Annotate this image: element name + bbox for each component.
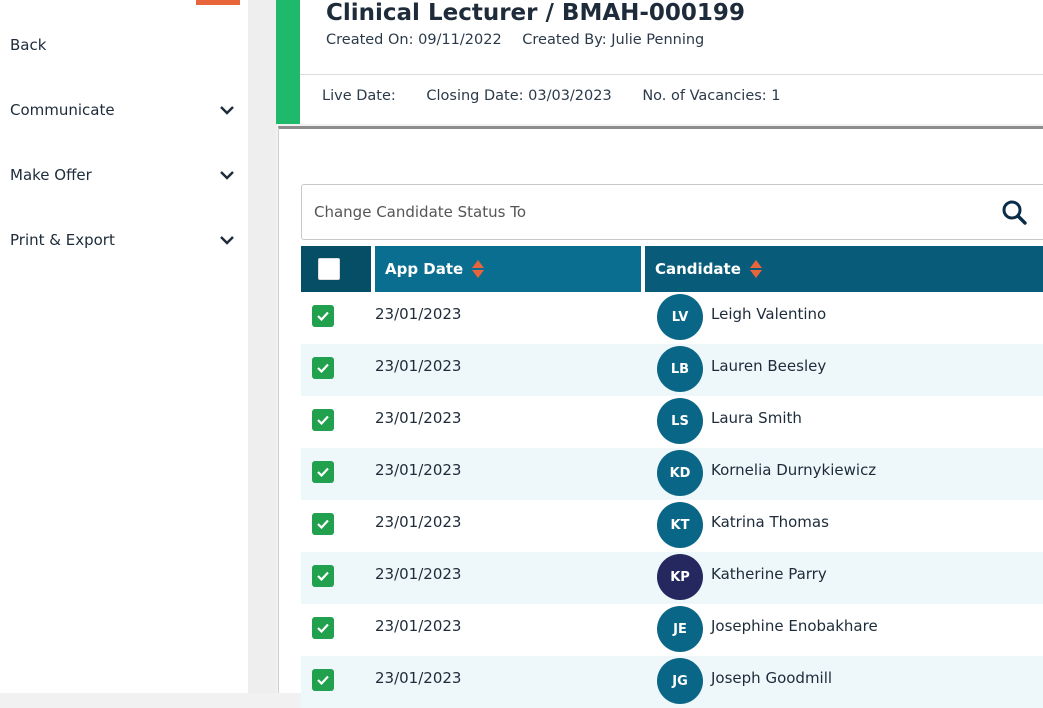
candidate-name[interactable]: Lauren Beesley [711,344,826,388]
avatar: LV [657,294,703,340]
select-all-cell [301,246,371,292]
sidebar-item-label: Print & Export [10,231,115,249]
row-checkbox[interactable] [312,669,334,691]
column-app-date[interactable]: App Date [375,246,641,292]
row-checkbox[interactable] [312,409,334,431]
table-row[interactable]: 23/01/2023 LB Lauren Beesley [301,344,1043,396]
sidebar-item-make-offer[interactable]: Make Offer [10,160,238,190]
app-date: 23/01/2023 [375,669,462,687]
sort-icon[interactable] [749,259,763,279]
app-date: 23/01/2023 [375,409,462,427]
checkmark-icon [317,363,329,373]
candidates-panel: Change Candidate Status To App Date Cand… [278,126,1043,708]
avatar: KT [657,502,703,548]
row-checkbox[interactable] [312,357,334,379]
header-divider [300,74,1043,75]
status-search-input[interactable]: Change Candidate Status To [301,184,1043,240]
table-row[interactable]: 23/01/2023 KP Katherine Parry [301,552,1043,604]
column-candidate[interactable]: Candidate [645,246,1043,292]
sidebar-item-label: Back [10,36,47,54]
table-row[interactable]: 23/01/2023 LS Laura Smith [301,396,1043,448]
avatar: KP [657,554,703,600]
status-color-bar [276,0,300,124]
row-checkbox[interactable] [312,617,334,639]
created-by: Created By: Julie Penning [522,32,705,48]
sidebar-divider [248,0,276,693]
candidate-name[interactable]: Joseph Goodmill [711,656,832,700]
checkmark-icon [317,467,329,477]
column-label: Candidate [655,260,741,278]
app-date: 23/01/2023 [375,617,462,635]
checkmark-icon [317,623,329,633]
avatar: JG [657,658,703,704]
candidate-name[interactable]: Leigh Valentino [711,292,826,336]
page-title: Clinical Lecturer / BMAH-000199 [326,0,745,26]
avatar: KD [657,450,703,496]
chevron-down-icon [216,164,238,186]
avatar: LS [657,398,703,444]
closing-date: Closing Date: 03/03/2023 [426,88,612,104]
sidebar-item-label: Communicate [10,101,115,119]
table-row[interactable]: 23/01/2023 KT Katrina Thomas [301,500,1043,552]
job-header: Clinical Lecturer / BMAH-000199 Created … [300,0,1043,124]
sort-icon[interactable] [471,259,485,279]
checkmark-icon [317,571,329,581]
vacancies: No. of Vacancies: 1 [642,88,781,104]
table-header: App Date Candidate [301,246,1043,292]
row-checkbox[interactable] [312,461,334,483]
app-date: 23/01/2023 [375,357,462,375]
candidate-name[interactable]: Kornelia Durnykiewicz [711,448,876,492]
column-label: App Date [385,260,464,278]
candidate-name[interactable]: Laura Smith [711,396,802,440]
checkmark-icon [317,415,329,425]
candidate-name[interactable]: Katrina Thomas [711,500,829,544]
app-date: 23/01/2023 [375,565,462,583]
table-row[interactable]: 23/01/2023 KD Kornelia Durnykiewicz [301,448,1043,500]
sidebar-item-print-export[interactable]: Print & Export [10,225,238,255]
chevron-down-icon [216,99,238,121]
row-checkbox[interactable] [312,565,334,587]
sidebar-item-label: Make Offer [10,166,92,184]
search-placeholder: Change Candidate Status To [314,203,527,221]
checkmark-icon [317,675,329,685]
table-row[interactable]: 23/01/2023 JG Joseph Goodmill [301,656,1043,708]
avatar: JE [657,606,703,652]
row-checkbox[interactable] [312,513,334,535]
sidebar-item-back[interactable]: Back [10,30,238,60]
job-dates: Live Date: Closing Date: 03/03/2023 No. … [322,88,807,104]
app-date: 23/01/2023 [375,305,462,323]
sidebar-item-communicate[interactable]: Communicate [10,95,238,125]
table-row[interactable]: 23/01/2023 JE Josephine Enobakhare [301,604,1043,656]
checkmark-icon [317,519,329,529]
avatar: LB [657,346,703,392]
candidate-name[interactable]: Katherine Parry [711,552,827,596]
checkmark-icon [317,311,329,321]
sidebar-accent [196,0,240,5]
row-checkbox[interactable] [312,305,334,327]
app-date: 23/01/2023 [375,513,462,531]
sidebar: Back Communicate Make Offer Print & Expo… [0,0,248,693]
chevron-down-icon [216,229,238,251]
live-date: Live Date: [322,88,396,104]
search-icon[interactable] [994,192,1034,232]
job-meta: Created On: 09/11/2022 Created By: Julie… [326,32,720,48]
candidate-rows: 23/01/2023 LV Leigh Valentino 23/01/2023… [301,292,1043,708]
created-on: Created On: 09/11/2022 [326,32,502,48]
app-date: 23/01/2023 [375,461,462,479]
candidate-name[interactable]: Josephine Enobakhare [711,604,878,648]
table-row[interactable]: 23/01/2023 LV Leigh Valentino [301,292,1043,344]
select-all-checkbox[interactable] [318,258,340,280]
